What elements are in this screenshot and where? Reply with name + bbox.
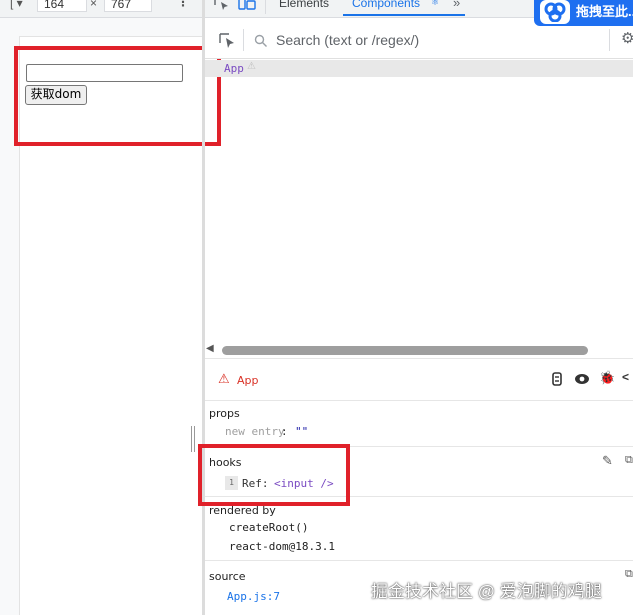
horizontal-scrollbar-thumb[interactable]	[222, 346, 588, 355]
highlight-box-hooks	[198, 444, 350, 506]
pane-divider	[205, 358, 633, 359]
tab-components[interactable]: Components	[352, 0, 420, 10]
more-tabs-icon[interactable]: »	[453, 0, 460, 10]
section-divider	[205, 400, 633, 401]
props-section-title: props	[209, 407, 240, 420]
baidu-overlay-label: 拖拽至此...	[576, 4, 633, 19]
settings-gear-icon[interactable]: ⚙	[621, 29, 633, 47]
device-height-input[interactable]: 767	[104, 0, 152, 12]
baidu-netdisk-icon	[540, 0, 570, 24]
watermark: 掘金技术社区 @ 爱泡脚的鸡腿	[371, 582, 602, 601]
tab-divider	[265, 0, 266, 14]
suspend-toggle-icon[interactable]	[551, 372, 563, 386]
source-section-title: source	[209, 570, 246, 583]
parse-hook-names-icon[interactable]: ✎	[602, 453, 613, 469]
prop-colon: :	[281, 425, 288, 438]
scroll-left-arrow-icon[interactable]: ◀	[206, 343, 214, 354]
search-icon	[254, 34, 267, 47]
copy-icon[interactable]: ⧉	[625, 454, 633, 467]
panel-splitter[interactable]	[202, 0, 205, 615]
prop-new-entry-value[interactable]: ""	[295, 425, 308, 438]
rendered-by-item: react-dom@18.3.1	[229, 540, 335, 553]
tree-row-app[interactable]: App ⚠	[205, 60, 633, 77]
select-component-icon[interactable]	[218, 32, 236, 50]
section-divider	[205, 560, 633, 561]
component-search-row: Search (text or /regex/) ⚙	[205, 26, 633, 59]
tab-elements[interactable]: Elements	[279, 0, 329, 10]
copy-source-icon[interactable]: ⧉	[625, 568, 633, 581]
source-link[interactable]: App.js:7	[227, 590, 280, 603]
active-tab-indicator	[343, 14, 465, 16]
device-toolbar: [ ▾ 164 × 767 ⋮	[0, 0, 205, 18]
inspect-element-icon[interactable]	[214, 0, 230, 11]
rendered-by-item: createRoot()	[229, 521, 309, 534]
more-options-icon[interactable]: ⋮	[177, 0, 189, 9]
react-logo-icon: ⚛	[431, 0, 440, 7]
tree-node-label: App	[224, 62, 244, 75]
dimension-separator: ×	[90, 0, 98, 10]
prop-new-entry-key[interactable]: new entry	[225, 425, 285, 438]
search-divider	[243, 29, 244, 51]
highlight-box-page	[14, 46, 221, 146]
search-divider-right	[609, 29, 610, 51]
search-input[interactable]: Search (text or /regex/)	[276, 32, 419, 48]
view-source-icon[interactable]: <	[622, 370, 629, 384]
baidu-netdisk-overlay[interactable]: 拖拽至此...	[534, 0, 633, 26]
device-toggle-icon[interactable]	[238, 0, 256, 11]
selected-component-name: App	[237, 374, 259, 387]
debug-bug-icon[interactable]: 🐞	[599, 370, 615, 386]
inspect-dom-eye-icon[interactable]	[574, 373, 590, 385]
warning-icon: ⚠	[247, 61, 256, 72]
device-dropdown-icon[interactable]: [ ▾	[10, 0, 23, 10]
error-warning-icon: ⚠	[218, 371, 230, 386]
resize-grip[interactable]	[191, 426, 195, 452]
device-width-input[interactable]: 164	[37, 0, 87, 12]
